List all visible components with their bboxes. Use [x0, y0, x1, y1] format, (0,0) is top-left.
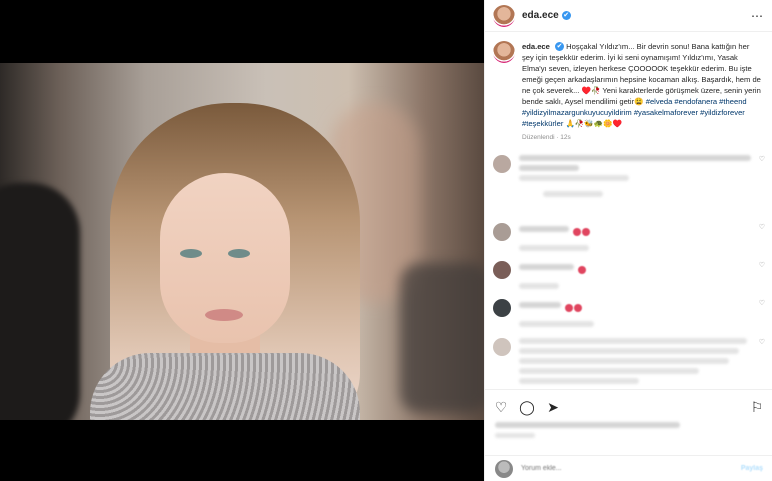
comment-text: [519, 264, 574, 270]
comment-input[interactable]: [521, 465, 741, 472]
caption-avatar[interactable]: [493, 41, 515, 63]
comment-item: ♡: [485, 223, 772, 255]
commenter-avatar[interactable]: [493, 261, 511, 279]
caption-meta: Düzenlendi · 12s: [522, 134, 571, 141]
heart-emoji-icon: [565, 303, 574, 312]
comment-text: [519, 155, 751, 161]
caption-text-block: eda.ece ✔ Hoşçakal Yıldız'ım... Bir devr…: [522, 41, 763, 143]
comment-text: [519, 226, 569, 232]
comment-text: [519, 165, 579, 171]
comment-text: [519, 338, 747, 344]
comment-meta: [519, 245, 589, 251]
comment-text: [519, 358, 729, 364]
commenter-avatar[interactable]: [493, 155, 511, 173]
heart-emoji-icon: [578, 265, 587, 274]
comment-text: [519, 302, 561, 308]
commenter-avatar[interactable]: [493, 223, 511, 241]
caption: eda.ece ✔ Hoşçakal Yıldız'ım... Bir devr…: [485, 33, 772, 143]
comment-like-icon[interactable]: ♡: [759, 223, 765, 231]
comment-like-icon[interactable]: ♡: [759, 338, 765, 346]
lips: [205, 309, 243, 321]
share-icon[interactable]: ➤: [545, 399, 561, 415]
comment-like-icon[interactable]: ♡: [759, 261, 765, 269]
add-comment-bar: Paylaş: [485, 455, 772, 481]
heart-emoji-icon: [582, 227, 591, 236]
commenter-avatar[interactable]: [493, 338, 511, 356]
comment-text: [519, 348, 739, 354]
post-username[interactable]: eda.ece: [522, 10, 559, 21]
action-icons: ♡ ◯ ➤ ⚐: [485, 390, 772, 418]
comment-meta: [519, 283, 559, 289]
post-photo[interactable]: [0, 63, 484, 420]
comment-item: ♡: [485, 261, 772, 293]
comment-like-icon[interactable]: ♡: [759, 299, 765, 307]
comments-area[interactable]: eda.ece ✔ Hoşçakal Yıldız'ım... Bir devr…: [485, 33, 772, 389]
comment-text: [519, 378, 639, 384]
sequin-top: [90, 353, 360, 420]
comment-item: ♡: [485, 155, 772, 197]
right-eye: [228, 249, 250, 258]
post-media: [0, 0, 484, 481]
post-header: eda.ece ✔ ⋯: [485, 0, 772, 32]
comment-meta: [519, 175, 629, 181]
post-actions: ♡ ◯ ➤ ⚐: [485, 389, 772, 455]
likes-text: [495, 422, 680, 428]
emoji-icon[interactable]: [495, 459, 513, 478]
more-options-icon[interactable]: ⋯: [751, 9, 764, 23]
profile-avatar[interactable]: [493, 4, 515, 27]
left-eye: [180, 249, 202, 258]
verified-badge-icon: ✔: [555, 42, 564, 51]
timestamp-text: [495, 433, 535, 438]
heart-emoji-icon: [574, 303, 583, 312]
post-details-panel: eda.ece ✔ ⋯ eda.ece ✔ Hoşçakal Yıldız'ım…: [484, 0, 772, 481]
comment-item: ♡: [485, 338, 772, 388]
like-icon[interactable]: ♡: [493, 399, 509, 415]
comment-meta: [519, 321, 594, 327]
comment-item: ♡: [485, 299, 772, 331]
verified-badge-icon: ✔: [561, 11, 571, 20]
caption-username[interactable]: eda.ece: [522, 42, 550, 51]
save-icon[interactable]: ⚐: [749, 399, 765, 415]
foreground-person: [0, 183, 80, 420]
likes-summary[interactable]: [485, 418, 772, 428]
post-comment-button[interactable]: Paylaş: [741, 465, 763, 472]
post-timestamp: [495, 433, 763, 438]
heart-emoji-icon: [573, 227, 582, 236]
comment-text: [519, 368, 699, 374]
comment-like-icon[interactable]: ♡: [759, 155, 765, 163]
view-replies[interactable]: [543, 191, 603, 197]
commenter-avatar[interactable]: [493, 299, 511, 317]
comment-icon[interactable]: ◯: [519, 399, 535, 415]
background-object: [400, 263, 484, 413]
